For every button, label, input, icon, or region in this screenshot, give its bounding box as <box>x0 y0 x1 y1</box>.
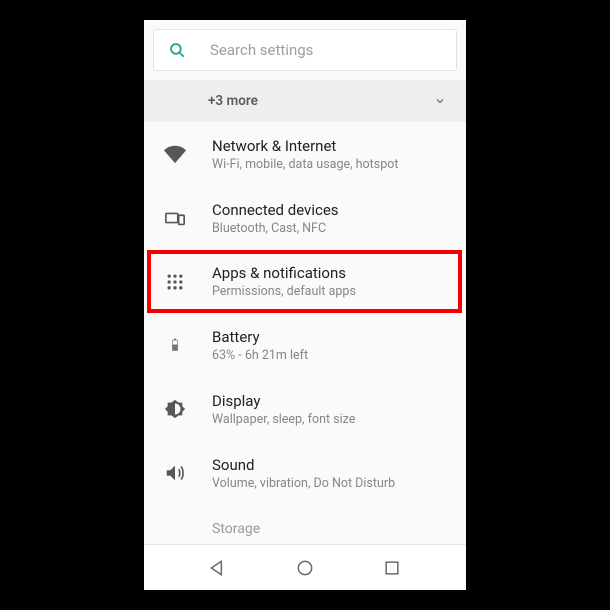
search-bar[interactable]: Search settings <box>153 29 457 71</box>
settings-item-sound[interactable]: Sound Volume, vibration, Do Not Disturb <box>144 441 466 505</box>
settings-item-storage[interactable]: Storage <box>144 505 466 541</box>
item-title: Storage <box>212 521 448 537</box>
settings-item-battery[interactable]: Battery 63% - 6h 21m left <box>144 313 466 377</box>
settings-item-network[interactable]: Network & Internet Wi-Fi, mobile, data u… <box>144 122 466 186</box>
nav-back-button[interactable] <box>208 558 228 578</box>
wifi-icon <box>164 143 186 165</box>
suggestions-label: +3 more <box>208 93 258 109</box>
search-container: Search settings <box>144 20 466 80</box>
suggestions-bar[interactable]: +3 more <box>144 80 466 122</box>
brightness-icon <box>164 398 186 420</box>
item-subtitle: Wi-Fi, mobile, data usage, hotspot <box>212 157 448 172</box>
item-title: Apps & notifications <box>212 264 444 282</box>
item-title: Battery <box>212 328 448 346</box>
item-title: Sound <box>212 456 448 474</box>
nav-recents-button[interactable] <box>382 558 402 578</box>
battery-icon <box>164 334 186 356</box>
settings-list: Network & Internet Wi-Fi, mobile, data u… <box>144 122 466 544</box>
nav-home-button[interactable] <box>295 558 315 578</box>
item-title: Connected devices <box>212 201 448 219</box>
apps-grid-icon <box>164 271 186 293</box>
storage-icon <box>164 519 186 541</box>
search-placeholder: Search settings <box>210 41 313 59</box>
sound-icon <box>164 462 186 484</box>
item-subtitle: 63% - 6h 21m left <box>212 348 448 363</box>
item-subtitle: Volume, vibration, Do Not Disturb <box>212 476 448 491</box>
settings-screen: Search settings +3 more Network & Intern… <box>144 20 466 590</box>
search-icon <box>168 41 186 59</box>
settings-item-connected-devices[interactable]: Connected devices Bluetooth, Cast, NFC <box>144 186 466 250</box>
devices-icon <box>164 207 186 229</box>
item-title: Network & Internet <box>212 137 448 155</box>
item-subtitle: Permissions, default apps <box>212 284 444 299</box>
item-title: Display <box>212 392 448 410</box>
item-subtitle: Wallpaper, sleep, font size <box>212 412 448 427</box>
settings-item-apps-notifications[interactable]: Apps & notifications Permissions, defaul… <box>147 250 462 313</box>
item-subtitle: Bluetooth, Cast, NFC <box>212 221 448 236</box>
chevron-down-icon <box>434 95 446 107</box>
settings-item-display[interactable]: Display Wallpaper, sleep, font size <box>144 377 466 441</box>
android-navbar <box>144 544 466 590</box>
